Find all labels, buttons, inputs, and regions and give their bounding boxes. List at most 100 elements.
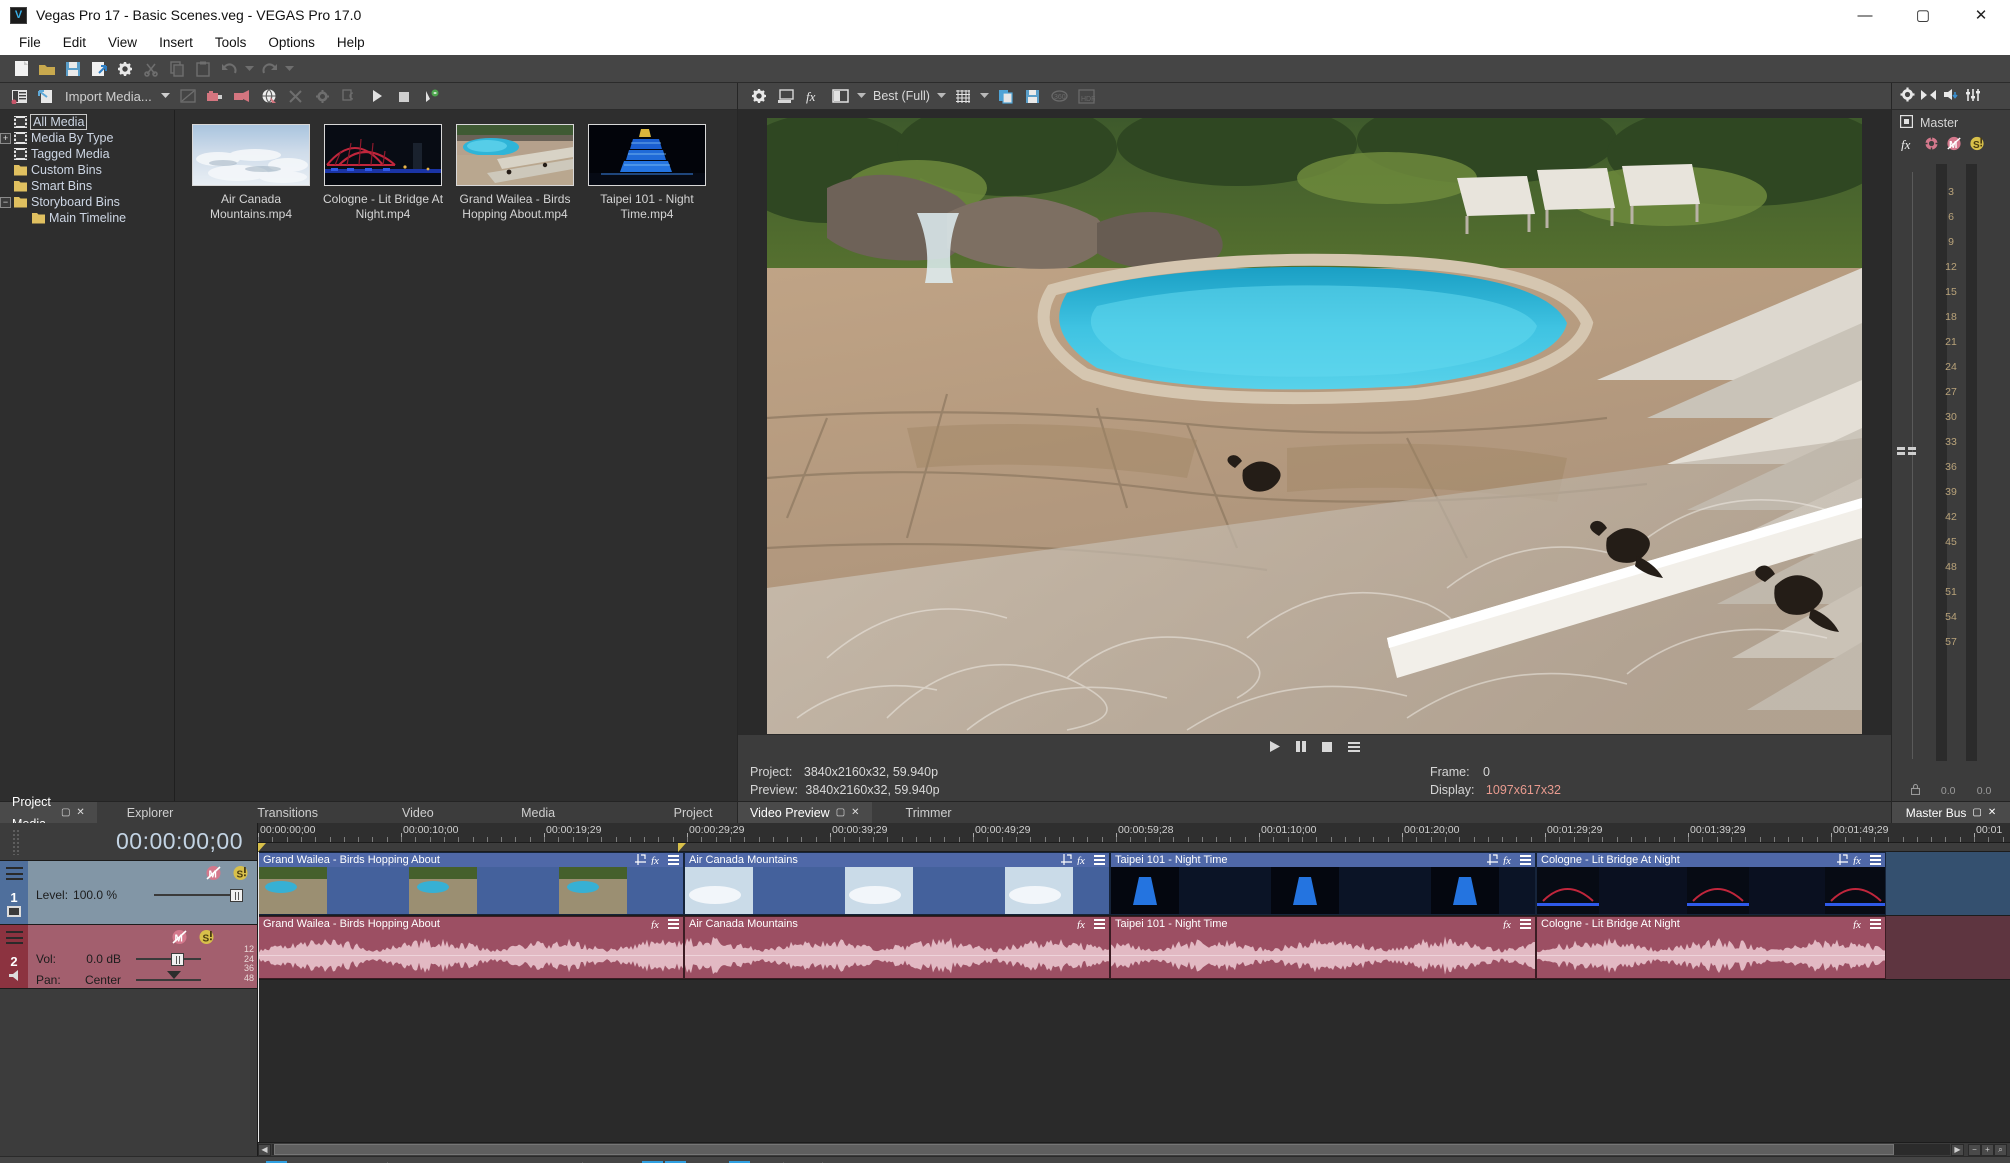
event-fx-icon[interactable]: fx	[651, 918, 663, 932]
event-fx-icon[interactable]: fx	[1503, 854, 1515, 868]
timeline-clip-audio[interactable]: Cologne - Lit Bridge At Night fx	[1536, 916, 1886, 979]
split-screen-dropdown-icon[interactable]	[855, 85, 868, 108]
menu-item-help[interactable]: Help	[326, 32, 376, 53]
overlays-dropdown-icon[interactable]	[978, 85, 991, 108]
tracks-area[interactable]: Grand Wailea - Birds Hopping About fx Ai…	[258, 852, 2010, 1142]
tab-explorer[interactable]: Explorer	[115, 802, 186, 824]
bus-device-icon[interactable]	[1899, 114, 1914, 131]
timeline-clip-video[interactable]: Taipei 101 - Night Time fx	[1110, 852, 1536, 915]
menu-item-insert[interactable]: Insert	[148, 32, 204, 53]
project-properties-icon[interactable]	[113, 57, 137, 80]
import-media-icon[interactable]	[34, 85, 58, 108]
bus-mute-icon[interactable]: M	[1946, 136, 1962, 154]
media-item[interactable]: Air Canada Mountains.mp4	[187, 124, 315, 222]
open-project-icon[interactable]	[35, 57, 59, 80]
tab-close-icon[interactable]: ✕	[1988, 807, 1996, 818]
tab-master-bus[interactable]: Master Bus ▢ ✕	[1892, 801, 2010, 823]
timecode-display[interactable]: 00:00:00;00	[0, 823, 257, 861]
preview-quality-label[interactable]: Best (Full)	[871, 89, 932, 103]
tab-float-icon[interactable]: ▢	[1972, 807, 1981, 818]
track-header-audio[interactable]: 2 M S Vol: 0.0 dB Pan: Center 12 24 36 4…	[0, 925, 257, 989]
import-media-dropdown-icon[interactable]	[159, 85, 173, 108]
bus-automation-icon[interactable]	[1924, 136, 1939, 154]
timeline-clip-video[interactable]: Air Canada Mountains fx	[684, 852, 1110, 915]
minimize-button[interactable]: —	[1836, 0, 1894, 30]
bin-item-all-media[interactable]: All Media	[0, 114, 174, 130]
dock-grip-icon[interactable]	[12, 829, 20, 855]
bin-item-media-by-type[interactable]: + Media By Type	[0, 130, 174, 146]
meter-resize-grip-icon[interactable]	[1897, 444, 1917, 459]
timeline-horizontal-scrollbar[interactable]: ◀ ▶ − + ⌕	[258, 1142, 2010, 1156]
render-as-icon[interactable]	[87, 57, 111, 80]
region-start-marker-icon[interactable]	[258, 843, 266, 852]
new-project-icon[interactable]	[9, 57, 33, 80]
bin-item-custom-bins[interactable]: Custom Bins	[0, 162, 174, 178]
event-menu-icon[interactable]	[668, 918, 679, 932]
tab-float-icon[interactable]: ▢	[836, 802, 845, 824]
close-button[interactable]: ✕	[1952, 0, 2010, 30]
scroll-right-button[interactable]: ▶	[1951, 1143, 1964, 1156]
timeline-video-track[interactable]: Grand Wailea - Birds Hopping About fx Ai…	[258, 852, 2010, 916]
mute-all-icon[interactable]	[1943, 88, 1959, 104]
project-media-properties-icon[interactable]	[7, 85, 31, 108]
track-menu-icon[interactable]	[5, 867, 23, 880]
master-bus-meter[interactable]: 3 6 9 12 15 18 21 24 27 30 33 36 39 42 4…	[1892, 164, 2010, 781]
preview-pause-icon[interactable]	[1295, 740, 1307, 756]
track-solo-icon[interactable]: S	[198, 929, 215, 948]
tab-video-preview[interactable]: Video Preview ▢ ✕	[738, 801, 872, 824]
tab-media-generators[interactable]: Media Generators	[509, 802, 602, 842]
event-fx-icon[interactable]: fx	[1077, 854, 1089, 868]
preview-media-play-icon[interactable]	[365, 85, 389, 108]
bin-item-smart-bins[interactable]: Smart Bins	[0, 178, 174, 194]
menu-item-view[interactable]: View	[97, 32, 148, 53]
preview-quality-dropdown-icon[interactable]	[935, 85, 948, 108]
copy-snapshot-to-clipboard-icon[interactable]	[994, 85, 1018, 108]
bus-fx-icon[interactable]: fx	[1901, 137, 1917, 154]
timeline-audio-track[interactable]: Grand Wailea - Birds Hopping About fx Ai…	[258, 916, 2010, 980]
zoom-tool-button[interactable]: ⌕	[1994, 1143, 2007, 1156]
mixing-console-icon[interactable]	[1965, 88, 1981, 105]
track-solo-icon[interactable]: S	[232, 865, 249, 884]
event-menu-icon[interactable]	[668, 854, 679, 868]
bin-item-storyboard-bins[interactable]: − Storyboard Bins	[0, 194, 174, 210]
preview-media-stop-icon[interactable]	[392, 85, 416, 108]
video-preview-canvas[interactable]	[738, 110, 1891, 735]
video-output-fx-icon[interactable]: fx	[801, 85, 825, 108]
get-media-from-web-icon[interactable]	[257, 85, 281, 108]
marker-bar[interactable]	[258, 843, 2010, 852]
timeline-clip-audio[interactable]: Air Canada Mountains fx	[684, 916, 1110, 979]
timeline-clip-audio[interactable]: Taipei 101 - Night Time fx	[1110, 916, 1536, 979]
event-fx-icon[interactable]: fx	[1853, 854, 1865, 868]
project-video-properties-icon[interactable]	[747, 85, 771, 108]
event-fx-icon[interactable]: fx	[1853, 918, 1865, 932]
zoom-out-button[interactable]: −	[1968, 1143, 1981, 1156]
track-header-video[interactable]: 1 M S Level: 100.0 %	[0, 861, 257, 925]
event-menu-icon[interactable]	[1520, 854, 1531, 868]
zoom-in-button[interactable]: +	[1981, 1143, 1994, 1156]
import-media-label[interactable]: Import Media...	[61, 89, 156, 104]
bin-item-main-timeline[interactable]: Main Timeline	[0, 210, 174, 226]
preview-playback-options-icon[interactable]	[1347, 741, 1361, 756]
timeline-clip-video[interactable]: Cologne - Lit Bridge At Night fx	[1536, 852, 1886, 915]
pan-crop-icon[interactable]	[1837, 854, 1848, 868]
bus-solo-icon[interactable]: S	[1969, 136, 1985, 154]
save-project-icon[interactable]	[61, 57, 85, 80]
event-fx-icon[interactable]: fx	[1503, 918, 1515, 932]
scroll-left-button[interactable]: ◀	[258, 1143, 271, 1156]
event-menu-icon[interactable]	[1094, 854, 1105, 868]
save-snapshot-to-file-icon[interactable]	[1021, 85, 1045, 108]
timeline-clip-audio[interactable]: Grand Wailea - Birds Hopping About fx	[258, 916, 684, 979]
overlays-grid-icon[interactable]	[951, 85, 975, 108]
maximize-button[interactable]: ▢	[1894, 0, 1952, 30]
insert-bus-icon[interactable]	[1921, 89, 1937, 104]
timeline-ruler[interactable]: 00:00:00;00 00:00:10;00 00:00:19;29 00:0…	[258, 823, 2010, 843]
event-menu-icon[interactable]	[1094, 918, 1105, 932]
tab-transitions[interactable]: Transitions	[245, 802, 330, 824]
event-fx-icon[interactable]: fx	[1077, 918, 1089, 932]
scrollbar-track[interactable]	[272, 1144, 1950, 1155]
event-menu-icon[interactable]	[1870, 854, 1881, 868]
preview-on-external-monitor-icon[interactable]	[774, 85, 798, 108]
event-fx-icon[interactable]: fx	[651, 854, 663, 868]
menu-item-edit[interactable]: Edit	[52, 32, 97, 53]
track-mute-icon[interactable]: M	[205, 865, 222, 884]
